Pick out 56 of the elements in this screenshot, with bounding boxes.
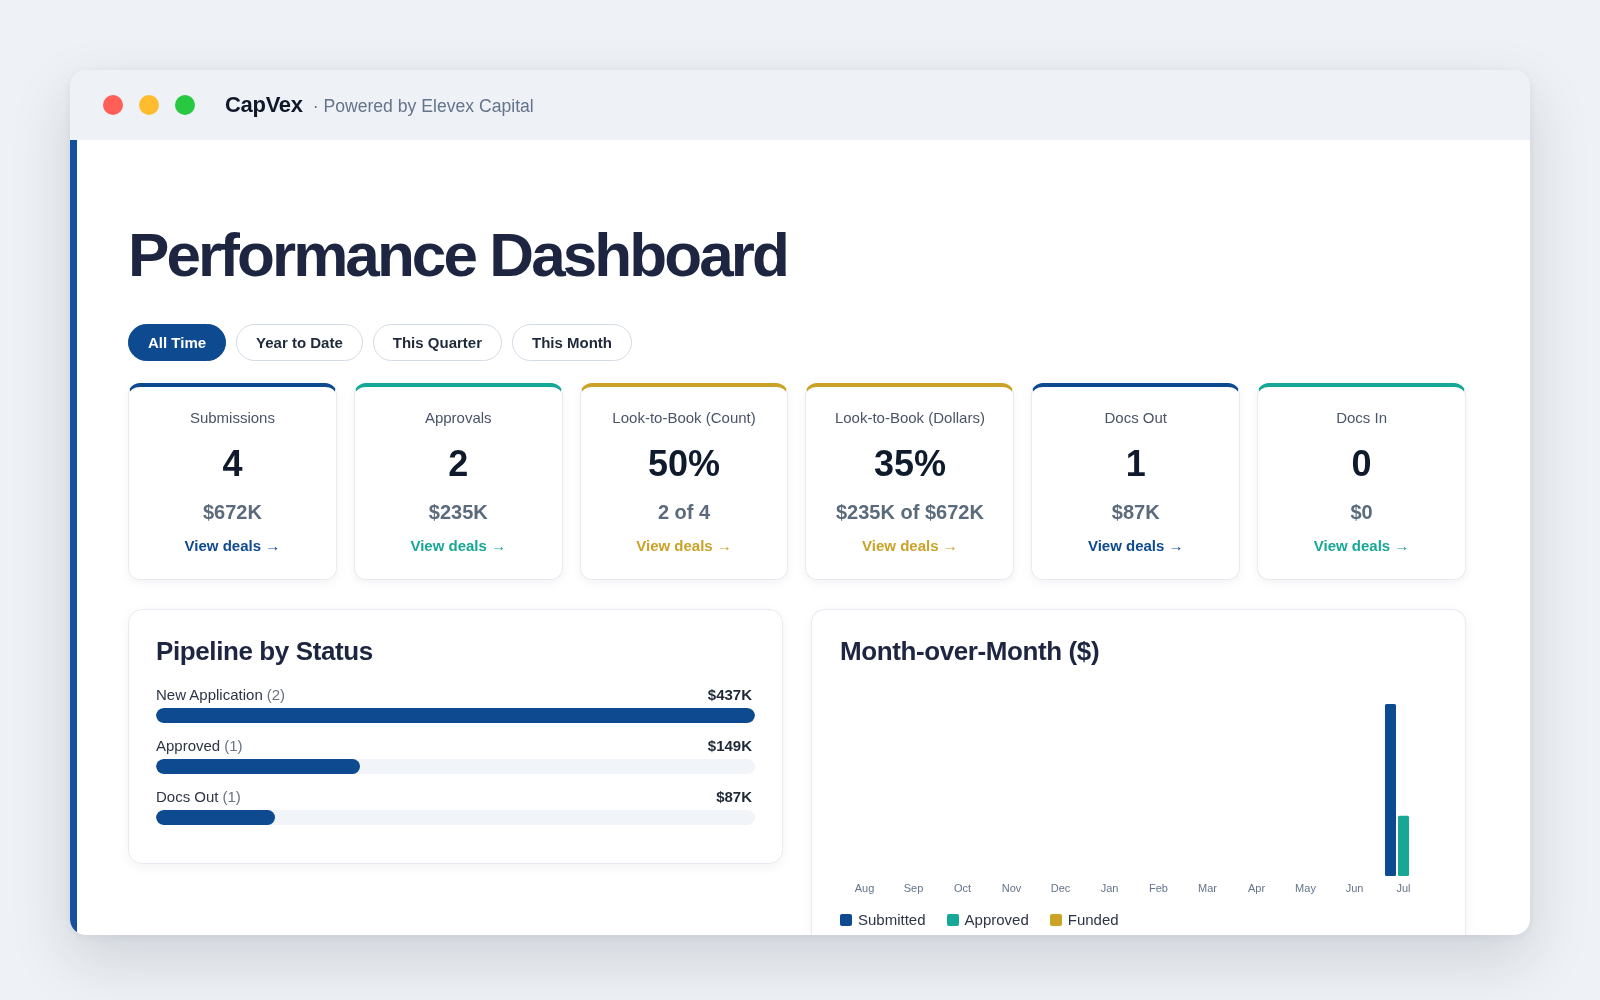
filter-tab[interactable]: This Month (512, 324, 632, 361)
month-label: Oct (953, 882, 972, 894)
stat-value: 35% (873, 444, 946, 484)
status-label: Approved (156, 737, 221, 755)
status-amount: $149K (707, 737, 752, 755)
month-label: Aug (854, 882, 875, 894)
stat-amount: 2 of 4 (657, 500, 711, 524)
view-deals-link[interactable]: View deals → (184, 537, 281, 555)
month-label: May (1295, 882, 1316, 894)
status-label: Docs Out (156, 788, 219, 806)
stat-value: 50% (648, 444, 721, 484)
month-label: Jul (1396, 882, 1411, 894)
legend-label: Funded (1067, 912, 1119, 928)
maximize-icon[interactable] (175, 95, 195, 115)
filter-tab[interactable]: This Quarter (372, 324, 502, 361)
stat-amount: $0 (1350, 500, 1373, 524)
month-label: Sep (903, 882, 924, 894)
stat-value: 1 (1125, 444, 1146, 484)
app-name: CapVex (225, 92, 303, 118)
status-count: (1) (224, 737, 243, 755)
stat-label: Submissions (189, 409, 275, 427)
month-label: Jan (1100, 882, 1119, 894)
stat-amount: $235K (428, 500, 488, 524)
minimize-icon[interactable] (139, 95, 159, 115)
stat-label: Approvals (424, 409, 492, 427)
month-label: Nov (1001, 882, 1022, 894)
month-label: Apr (1247, 882, 1266, 894)
stat-value: 0 (1351, 444, 1372, 484)
stat-value: 4 (222, 444, 243, 484)
status-label: New Application (156, 686, 263, 704)
page-title: Performance Dashboard (128, 222, 787, 287)
stat-label: Look-to-Book (Count) (612, 409, 756, 427)
filter-tab[interactable]: All Time (128, 324, 227, 361)
legend-label: Submitted (858, 912, 926, 928)
panel-title: Pipeline by Status (156, 636, 373, 666)
month-label: Mar (1198, 882, 1217, 894)
stat-label: Look-to-Book (Dollars) (834, 409, 985, 427)
legend-label: Approved (964, 912, 1029, 928)
filter-tab[interactable]: Year to Date (236, 324, 363, 361)
stat-label: Docs In (1336, 409, 1387, 427)
month-label: Feb (1149, 882, 1168, 894)
close-icon[interactable] (103, 95, 123, 115)
status-count: (1) (222, 788, 241, 806)
month-label: Dec (1050, 882, 1071, 894)
chart-title: Month-over-Month ($) (840, 636, 1100, 666)
app-tagline: · Powered by Elevex Capital (312, 94, 534, 117)
status-amount: $437K (707, 686, 752, 704)
stat-label: Docs Out (1104, 409, 1167, 427)
stat-value: 2 (448, 444, 469, 484)
stat-amount: $672K (202, 500, 262, 524)
month-label: Jun (1345, 882, 1364, 894)
stat-amount: $235K of $672K (835, 500, 984, 524)
stat-amount: $87K (1111, 500, 1160, 524)
status-count: (2) (266, 686, 286, 704)
view-deals-link[interactable]: View deals → (1087, 537, 1184, 555)
status-amount: $87K (716, 788, 752, 806)
